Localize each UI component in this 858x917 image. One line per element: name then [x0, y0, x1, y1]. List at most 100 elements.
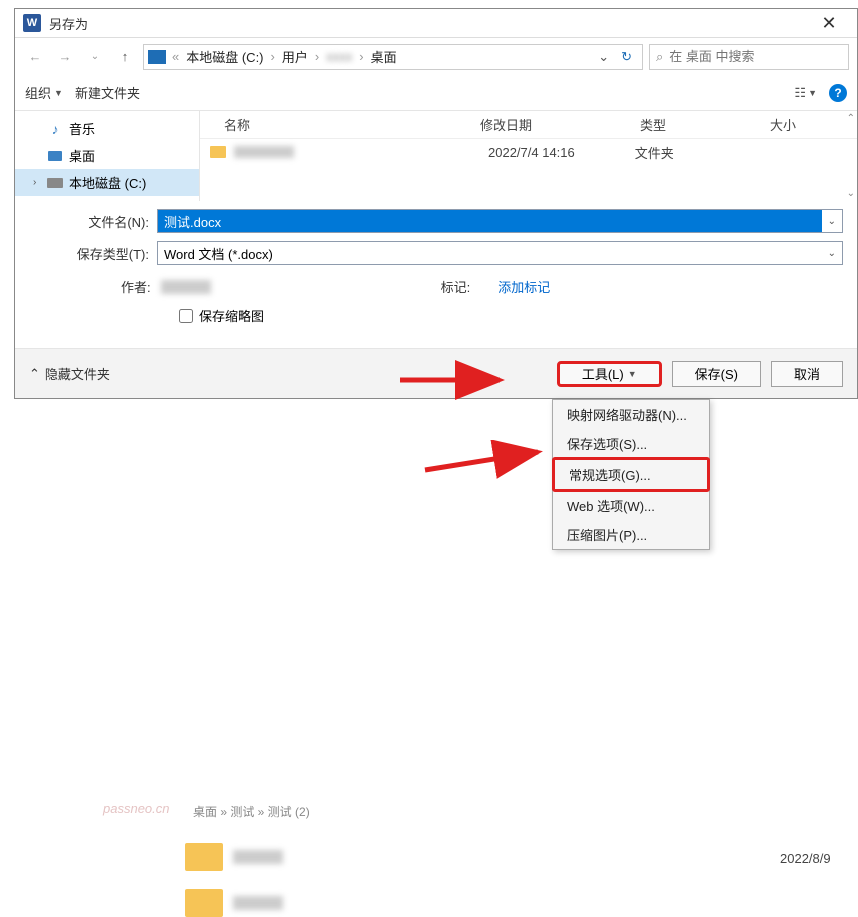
chevron-down-icon: ▼ — [808, 88, 817, 98]
column-date[interactable]: 修改日期 — [480, 115, 640, 134]
save-thumbnail-checkbox[interactable] — [179, 309, 193, 323]
cancel-button[interactable]: 取消 — [771, 361, 843, 387]
filename-dropdown[interactable]: ⌄ — [822, 216, 842, 227]
blurred-name — [233, 850, 283, 864]
column-size[interactable]: 大小 — [770, 115, 830, 134]
new-folder-button[interactable]: 新建文件夹 — [75, 83, 140, 102]
chevron-right-icon: › — [269, 49, 277, 64]
chevron-up-icon: ⌃ — [29, 366, 40, 382]
save-thumbnail-label: 保存缩略图 — [199, 306, 264, 325]
toolbar: 组织 ▼ 新建文件夹 ☷ ▼ ? — [15, 75, 857, 111]
filename-input-wrap: ⌄ — [157, 209, 843, 233]
sidebar-item-label: 本地磁盘 (C:) — [69, 173, 146, 192]
background-explorer: passneo.cn 桌面 » 测试 » 测试 (2) 2022/8/9 — [0, 399, 858, 511]
save-as-dialog: W 另存为 ✕ ← → ⌄ ↑ « 本地磁盘 (C:) › 用户 › xxxx … — [14, 8, 858, 399]
search-box[interactable]: ⌕ — [649, 44, 849, 70]
search-icon: ⌕ — [656, 49, 663, 65]
filename-row: 文件名(N): ⌄ — [29, 209, 843, 233]
bg-breadcrumb: 桌面 » 测试 » 测试 (2) — [193, 803, 310, 820]
author-value-blurred[interactable] — [161, 280, 211, 294]
titlebar: W 另存为 ✕ — [15, 9, 857, 37]
organize-button[interactable]: 组织 ▼ — [25, 83, 63, 102]
filename-input[interactable] — [158, 210, 822, 232]
chevron-right-icon: › — [357, 49, 365, 64]
body: ♪ 音乐 桌面 › 本地磁盘 (C:) 名称 修改日期 类型 大小 — [15, 111, 857, 201]
tools-button[interactable]: 工具(L) ▼ — [557, 361, 662, 387]
scroll-down-icon[interactable]: ⌄ — [847, 188, 855, 199]
address-dropdown[interactable]: ⌄ — [592, 49, 615, 65]
chevron-down-icon: ▼ — [54, 88, 63, 98]
dialog-footer: ⌃ 隐藏文件夹 工具(L) ▼ 保存(S) 取消 — [15, 348, 857, 398]
word-app-icon: W — [23, 14, 41, 32]
organize-label: 组织 — [25, 83, 51, 102]
filetype-combobox[interactable] — [158, 242, 822, 264]
file-list: 名称 修改日期 类型 大小 2022/7/4 14:16 文件夹 ⌃ ⌄ — [200, 111, 857, 201]
breadcrumb-item[interactable]: 用户 — [277, 47, 313, 66]
new-folder-label: 新建文件夹 — [75, 83, 140, 102]
music-icon: ♪ — [47, 121, 63, 137]
drive-icon — [47, 175, 63, 191]
filetype-label: 保存类型(T): — [29, 244, 157, 263]
menu-item-compress-pictures[interactable]: 压缩图片(P)... — [553, 520, 709, 549]
file-date: 2022/7/4 14:16 — [488, 145, 575, 160]
thumbnail-row: 保存缩略图 — [29, 300, 843, 331]
scroll-up-icon[interactable]: ⌃ — [847, 113, 855, 124]
menu-item-save-options[interactable]: 保存选项(S)... — [553, 429, 709, 458]
refresh-button[interactable]: ↻ — [615, 49, 638, 65]
menu-item-map-drive[interactable]: 映射网络驱动器(N)... — [553, 400, 709, 429]
filetype-row: 保存类型(T): ⌄ — [29, 241, 843, 265]
column-name[interactable]: 名称 — [200, 115, 480, 134]
up-button[interactable]: ↑ — [113, 45, 137, 69]
sidebar-item-local-disk-c[interactable]: › 本地磁盘 (C:) — [15, 169, 199, 196]
view-options-button[interactable]: ☷ ▼ — [794, 85, 817, 101]
navigation-bar: ← → ⌄ ↑ « 本地磁盘 (C:) › 用户 › xxxx › 桌面 ⌄ ↻… — [15, 37, 857, 75]
breadcrumb-item[interactable]: 桌面 — [366, 47, 402, 66]
chevron-right-icon: › — [313, 49, 321, 64]
metadata-row: 作者: 标记: 添加标记 — [29, 273, 843, 300]
hide-folders-label: 隐藏文件夹 — [45, 364, 110, 383]
address-bar[interactable]: « 本地磁盘 (C:) › 用户 › xxxx › 桌面 ⌄ ↻ — [143, 44, 643, 70]
dialog-title: 另存为 — [49, 14, 809, 33]
forward-button[interactable]: → — [53, 45, 77, 69]
tag-label: 标记: — [441, 277, 471, 296]
folder-icon — [185, 843, 223, 871]
chevron-right-icon[interactable]: « — [170, 49, 181, 64]
form-area: 文件名(N): ⌄ 保存类型(T): ⌄ 作者: 标记: 添加标记 保存缩略图 — [15, 201, 857, 339]
back-button[interactable]: ← — [23, 45, 47, 69]
folder-icon — [185, 889, 223, 917]
breadcrumb-item-blurred[interactable]: xxxx — [321, 49, 357, 64]
folder-tree: ♪ 音乐 桌面 › 本地磁盘 (C:) — [15, 111, 200, 201]
column-type[interactable]: 类型 — [640, 115, 770, 134]
sidebar-item-desktop[interactable]: 桌面 — [15, 142, 199, 169]
file-list-header: 名称 修改日期 类型 大小 — [200, 111, 857, 139]
filetype-combobox-wrap: ⌄ — [157, 241, 843, 265]
bg-date: 2022/8/9 — [780, 851, 831, 866]
hide-folders-toggle[interactable]: ⌃ 隐藏文件夹 — [29, 364, 110, 383]
tools-label: 工具(L) — [582, 364, 624, 383]
menu-item-web-options[interactable]: Web 选项(W)... — [553, 491, 709, 520]
recent-dropdown[interactable]: ⌄ — [83, 45, 107, 69]
view-icon: ☷ — [794, 85, 806, 101]
sidebar-item-label: 桌面 — [69, 146, 95, 165]
desktop-icon — [47, 148, 63, 164]
sidebar-item-music[interactable]: ♪ 音乐 — [15, 115, 199, 142]
chevron-down-icon: ▼ — [628, 369, 637, 379]
expand-icon[interactable]: › — [33, 177, 36, 188]
menu-item-general-options[interactable]: 常规选项(G)... — [552, 457, 710, 492]
filetype-dropdown[interactable]: ⌄ — [822, 248, 842, 259]
file-row[interactable]: 2022/7/4 14:16 文件夹 — [200, 139, 857, 165]
search-input[interactable] — [669, 49, 842, 64]
save-button[interactable]: 保存(S) — [672, 361, 761, 387]
folder-icon — [210, 146, 226, 158]
watermark-text: passneo.cn — [103, 801, 170, 816]
file-name-blurred — [234, 146, 294, 158]
close-button[interactable]: ✕ — [809, 9, 849, 37]
help-button[interactable]: ? — [829, 84, 847, 102]
author-label: 作者: — [121, 277, 151, 296]
bg-file-row — [185, 889, 283, 917]
breadcrumb-item[interactable]: 本地磁盘 (C:) — [181, 47, 268, 66]
file-type: 文件夹 — [635, 143, 674, 162]
add-tag-link[interactable]: 添加标记 — [498, 277, 550, 296]
bg-file-row — [185, 843, 283, 871]
blurred-name — [233, 896, 283, 910]
